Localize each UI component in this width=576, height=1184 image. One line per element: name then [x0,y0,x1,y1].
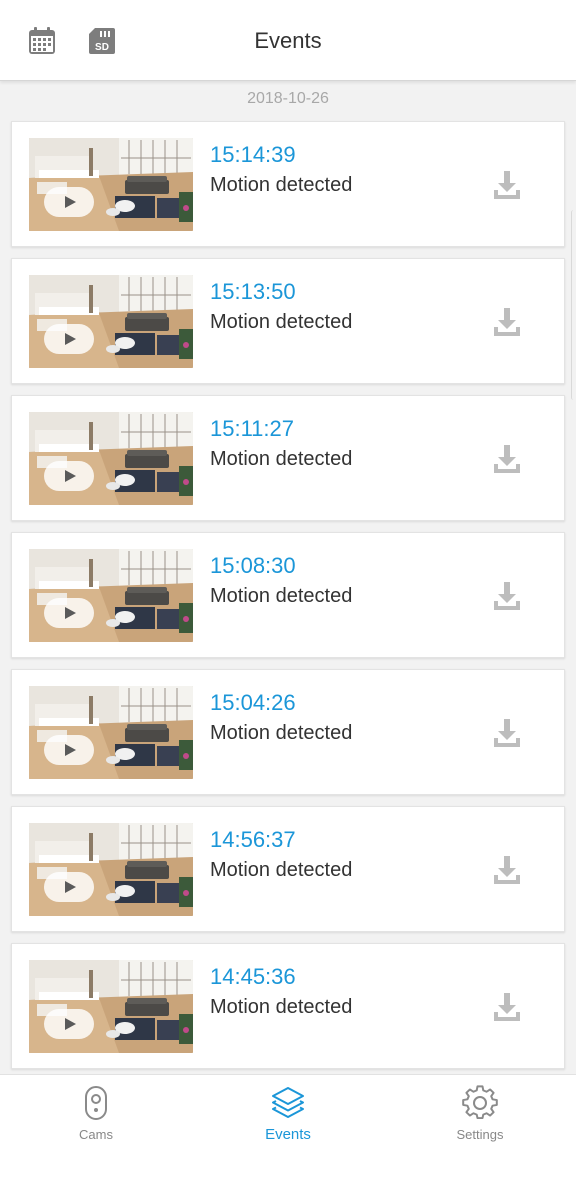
event-description: Motion detected [210,859,353,881]
download-icon[interactable] [490,442,524,476]
download-icon[interactable] [490,716,524,750]
event-description: Motion detected [210,996,353,1018]
tab-events[interactable]: Events [192,1075,384,1184]
play-icon[interactable] [44,461,94,491]
tab-label: Settings [456,1127,504,1142]
event-time: 15:04:26 [210,690,296,715]
event-card[interactable]: 15:04:26 Motion detected [11,669,565,795]
event-card[interactable]: 14:45:36 Motion detected [11,943,565,1069]
event-description: Motion detected [210,311,353,333]
event-thumbnail[interactable] [29,138,193,231]
event-thumbnail[interactable] [29,412,193,505]
event-thumbnail[interactable] [29,549,193,642]
date-group-label: 2018-10-26 [247,90,329,107]
event-thumbnail[interactable] [29,686,193,779]
event-thumbnail[interactable] [29,823,193,916]
layers-icon [270,1085,306,1121]
event-time: 15:08:30 [210,553,296,578]
play-icon[interactable] [44,735,94,765]
download-icon[interactable] [490,579,524,613]
page-title: Events [254,28,322,53]
bottom-tab-bar: Cams Events Settings [0,1074,576,1184]
event-time: 14:56:37 [210,827,296,852]
download-icon[interactable] [490,990,524,1024]
tab-label: Cams [79,1127,113,1142]
event-time: 15:13:50 [210,279,296,304]
play-icon[interactable] [44,598,94,628]
tab-settings[interactable]: Settings [384,1075,576,1184]
event-description: Motion detected [210,722,353,744]
tab-label: Events [265,1126,311,1143]
download-icon[interactable] [490,168,524,202]
event-description: Motion detected [210,174,353,196]
play-icon[interactable] [44,187,94,217]
event-time: 14:45:36 [210,964,296,989]
event-card[interactable]: 15:14:39 Motion detected [11,121,565,247]
gear-icon [462,1085,498,1121]
event-list: 15:14:39 Motion detected 15:13:50 Motion… [11,121,565,1080]
play-icon[interactable] [44,1009,94,1039]
play-icon[interactable] [44,324,94,354]
event-description: Motion detected [210,448,353,470]
download-icon[interactable] [490,305,524,339]
event-card[interactable]: 15:13:50 Motion detected [11,258,565,384]
tab-cams[interactable]: Cams [0,1075,192,1184]
download-icon[interactable] [490,853,524,887]
event-card[interactable]: 14:56:37 Motion detected [11,806,565,932]
app-header: SD Events [0,0,576,81]
event-time: 15:14:39 [210,142,296,167]
event-card[interactable]: 15:11:27 Motion detected [11,395,565,521]
camera-icon [78,1085,114,1121]
event-card[interactable]: 15:08:30 Motion detected [11,532,565,658]
play-icon[interactable] [44,872,94,902]
event-time: 15:11:27 [210,416,295,441]
event-description: Motion detected [210,585,353,607]
event-thumbnail[interactable] [29,960,193,1053]
event-thumbnail[interactable] [29,275,193,368]
scrollbar[interactable] [571,210,576,400]
